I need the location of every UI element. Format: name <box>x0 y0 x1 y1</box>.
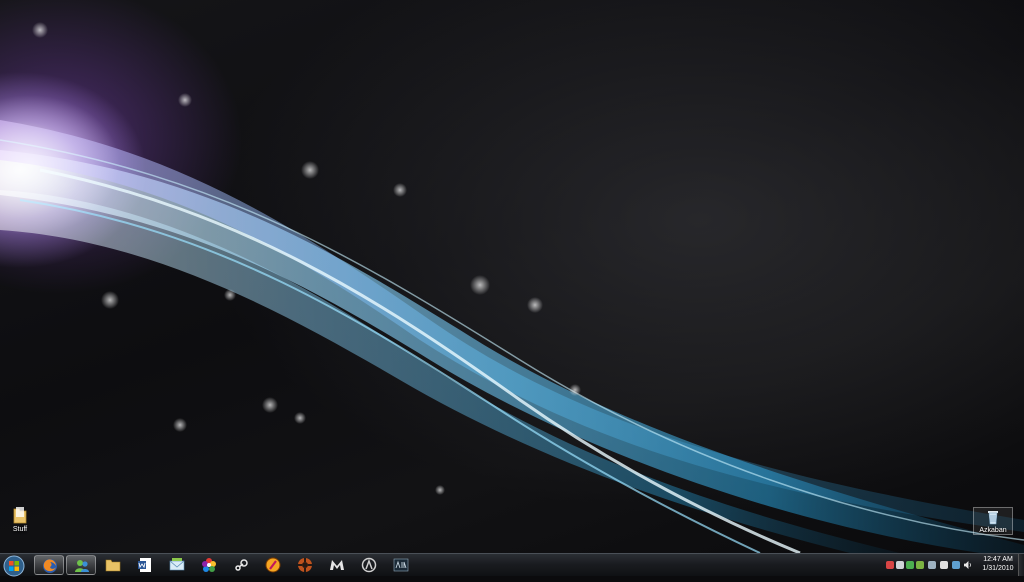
update-tray-icon[interactable] <box>928 561 936 569</box>
recycle-bin-icon <box>988 511 998 525</box>
start-button[interactable] <box>3 555 25 577</box>
clock[interactable]: 12:47 AM 1/31/2010 <box>978 555 1018 573</box>
tf2-icon <box>298 558 312 572</box>
desktop-icon-label: Stuff <box>12 526 28 533</box>
taskbar-tf2[interactable] <box>290 555 320 575</box>
explorer-folder-icon <box>105 559 121 572</box>
supcom-icon <box>265 557 281 573</box>
taskbar-steam[interactable] <box>226 555 256 575</box>
desktop-icon-stuff[interactable]: Stuff <box>0 506 40 533</box>
messenger-icon <box>75 560 89 572</box>
desktop-icon-azkaban[interactable]: Azkaban <box>973 507 1013 535</box>
taskbar: 12:47 AM 1/31/2010 <box>0 553 1024 577</box>
picasa-icon <box>202 558 216 572</box>
wallpaper <box>0 22 1024 553</box>
show-desktop-button[interactable] <box>1018 554 1024 576</box>
halflife-icon <box>361 557 377 573</box>
app-tray-icon[interactable] <box>916 561 924 569</box>
taskbar-explorer[interactable] <box>98 555 128 575</box>
flag-icon[interactable] <box>940 561 948 569</box>
taskbar-firefox[interactable] <box>34 555 64 575</box>
clock-time: 12:47 AM <box>983 556 1013 563</box>
taskbar-picasa[interactable] <box>194 555 224 575</box>
desktop-icon-label: Azkaban <box>979 527 1007 534</box>
monitor-tray-icon[interactable] <box>952 561 960 569</box>
taskbar-mass-effect[interactable] <box>322 555 352 575</box>
mail-icon <box>169 558 185 571</box>
taskbar-mail[interactable] <box>162 555 192 575</box>
desktop[interactable]: Stuff Azkaban <box>0 0 1024 553</box>
taskbar-messenger[interactable] <box>66 555 96 575</box>
volume-icon[interactable] <box>964 561 972 569</box>
aion-icon <box>393 558 409 572</box>
taskbar-aion[interactable] <box>386 555 416 575</box>
av-icon[interactable] <box>886 561 894 569</box>
network-tray-icon[interactable] <box>906 561 914 569</box>
word-icon <box>138 558 151 572</box>
m-logo-icon <box>330 560 344 570</box>
folder-icon <box>13 507 27 524</box>
taskbar-supcom[interactable] <box>258 555 288 575</box>
firefox-icon <box>43 559 57 573</box>
taskbar-halflife[interactable] <box>354 555 384 575</box>
steam-icon <box>235 559 248 571</box>
windows-logo-icon <box>3 555 25 577</box>
steam-tray-icon[interactable] <box>896 561 904 569</box>
clock-date: 1/31/2010 <box>982 565 1014 572</box>
taskbar-word[interactable] <box>130 555 160 575</box>
